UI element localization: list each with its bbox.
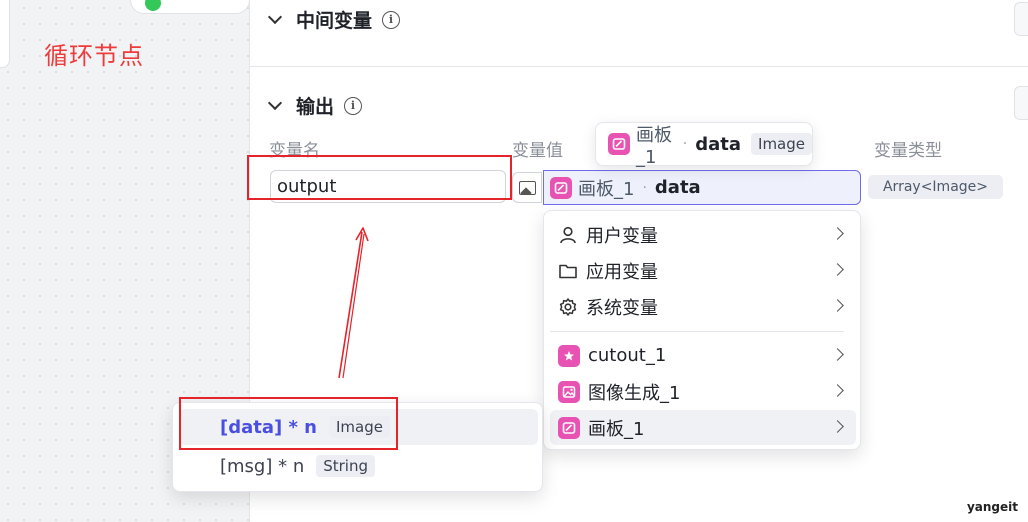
- section-divider: [250, 66, 1028, 67]
- node-status-pill[interactable]: [130, 0, 250, 14]
- status-dot-icon: [145, 0, 161, 11]
- folder-icon: [558, 261, 578, 281]
- menu-item-canvas-node[interactable]: 画板_1: [550, 410, 856, 445]
- chevron-down-icon[interactable]: [267, 95, 283, 111]
- canvas-node-icon: [558, 416, 580, 439]
- canvas-node-icon: [608, 133, 630, 155]
- section-title: 中间变量: [296, 10, 373, 32]
- cutout-node-icon: [558, 344, 580, 367]
- submenu-type-tag: String: [316, 455, 375, 477]
- menu-item-label: 图像生成_1: [588, 382, 681, 404]
- menu-item-label: 用户变量: [586, 225, 658, 247]
- add-variable-button[interactable]: [1014, 2, 1028, 36]
- add-output-button[interactable]: [1014, 86, 1028, 120]
- section-intermediate-header[interactable]: 中间变量 i: [267, 6, 401, 33]
- annotation-title: 循环节点: [44, 42, 144, 70]
- annotation-box-name: [247, 155, 512, 200]
- menu-item-app-vars[interactable]: 应用变量: [550, 253, 856, 288]
- menu-divider: [550, 331, 844, 332]
- menu-item-label: 系统变量: [586, 297, 658, 319]
- image-gen-node-icon: [558, 380, 580, 403]
- column-value-label: 变量值: [512, 141, 563, 161]
- info-icon[interactable]: i: [344, 96, 363, 115]
- section-title: 输出: [296, 96, 335, 118]
- variable-type-badge: Array<Image>: [868, 175, 1003, 199]
- value-type-toggle[interactable]: [512, 172, 542, 203]
- section-output-header[interactable]: 输出 i: [267, 92, 363, 119]
- menu-item-system-vars[interactable]: 系统变量: [550, 289, 856, 324]
- menu-item-label: cutout_1: [588, 345, 667, 366]
- tooltip-field: data: [695, 133, 742, 155]
- gear-icon: [558, 297, 578, 317]
- menu-item-cutout-node[interactable]: cutout_1: [550, 338, 856, 373]
- watermark: yangeit: [966, 500, 1018, 514]
- tooltip-sep: ·: [682, 136, 688, 152]
- ref-node-name: 画板_1: [578, 178, 635, 200]
- annotation-box-data: [179, 397, 398, 450]
- canvas-node-icon: [550, 176, 572, 199]
- tooltip-type-tag: Image: [751, 133, 812, 155]
- variable-value-select[interactable]: 画板_1 · data: [543, 170, 861, 205]
- menu-item-label: 画板_1: [588, 418, 645, 440]
- tooltip-node: 画板_1: [636, 124, 672, 168]
- reference-tooltip: 画板_1 · data Image: [595, 122, 813, 168]
- submenu-field-name: [msg] * n: [220, 455, 305, 477]
- chevron-right-icon: [831, 420, 844, 433]
- node-card-edge[interactable]: [0, 0, 10, 68]
- variable-source-menu: 用户变量 应用变量 系统变量 cutout_1 图像生成_1 画板_1: [543, 210, 861, 450]
- ref-field-name: data: [654, 177, 701, 198]
- column-type-label: 变量类型: [874, 141, 942, 161]
- menu-item-label: 应用变量: [586, 261, 658, 283]
- menu-item-image-gen-node[interactable]: 图像生成_1: [550, 374, 856, 409]
- user-icon: [558, 225, 578, 245]
- chevron-right-icon: [831, 263, 844, 276]
- info-icon[interactable]: i: [382, 10, 401, 29]
- image-icon: [518, 180, 536, 195]
- ref-separator: ·: [642, 179, 647, 196]
- chevron-right-icon: [831, 348, 844, 361]
- submenu-item-msg[interactable]: [msg] * n String: [179, 448, 538, 484]
- chevron-right-icon: [831, 384, 844, 397]
- chevron-down-icon[interactable]: [267, 9, 283, 25]
- chevron-right-icon: [831, 227, 844, 240]
- menu-item-user-vars[interactable]: 用户变量: [550, 217, 856, 252]
- chevron-right-icon: [831, 299, 844, 312]
